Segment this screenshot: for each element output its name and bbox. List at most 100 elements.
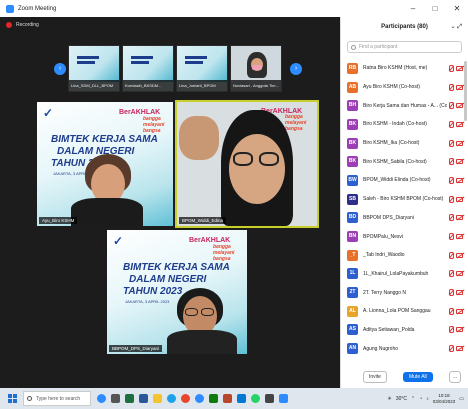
- muted-mic-icon[interactable]: [449, 64, 454, 72]
- thumbnail-video[interactable]: Kurniasih_BKSDM...: [122, 45, 174, 92]
- video-tile-active-speaker[interactable]: BerAKHLAK bangga melayani bangsa BPOM_Wi…: [175, 100, 319, 228]
- participant-name: _Tab Indri_Waodio: [363, 252, 405, 259]
- app-icon[interactable]: [209, 394, 218, 403]
- invite-button[interactable]: Invite: [363, 371, 387, 383]
- windows-start-icon[interactable]: [8, 394, 17, 403]
- video-off-icon[interactable]: [456, 159, 463, 165]
- video-off-icon[interactable]: [456, 140, 463, 146]
- tile-name-label: BBPOM_DPS_Diaryani: [109, 345, 163, 352]
- participant-avatar: RB: [347, 62, 358, 74]
- muted-mic-icon[interactable]: [449, 214, 454, 222]
- video-off-icon[interactable]: [456, 177, 463, 183]
- participant-row[interactable]: BK Biro KSHM_Ika (Co-host): [341, 134, 468, 153]
- thumbnail-video[interactable]: Lina_SDM_DLL_BPOM: [68, 45, 120, 92]
- chrome-icon[interactable]: [181, 394, 190, 403]
- participant-name: Aditya Setiawan_Polda: [363, 326, 415, 333]
- prev-page-button[interactable]: ‹: [54, 63, 66, 75]
- video-off-icon[interactable]: [456, 308, 463, 314]
- participant-row[interactable]: SB Saleh - Biro KSHM BPOM (Co-host): [341, 190, 468, 209]
- video-tile[interactable]: ✓ BerAKHLAK bangga melayani bangsa BIMTE…: [37, 102, 173, 226]
- muted-mic-icon[interactable]: [449, 139, 454, 147]
- participant-row[interactable]: AB Ayu Biro KSHM (Co-host): [341, 78, 468, 97]
- network-icon[interactable]: ◔: [419, 396, 422, 402]
- video-off-icon[interactable]: [456, 215, 463, 221]
- video-off-icon[interactable]: [456, 196, 463, 202]
- muted-mic-icon[interactable]: [449, 83, 454, 91]
- word-icon[interactable]: [139, 394, 148, 403]
- volume-icon[interactable]: ♪: [426, 396, 429, 402]
- zoom-taskbar-icon[interactable]: [195, 394, 204, 403]
- video-off-icon[interactable]: [456, 290, 463, 296]
- participant-status: [449, 339, 463, 358]
- video-off-icon[interactable]: [456, 346, 463, 352]
- participant-row[interactable]: AL A. Lionna_Lola POM Sanggau: [341, 302, 468, 321]
- muted-mic-icon[interactable]: [449, 345, 454, 353]
- video-off-icon[interactable]: [456, 65, 463, 71]
- clock[interactable]: 10:18 03/04/2023: [433, 393, 456, 405]
- taskbar-search-input[interactable]: Type here to search: [23, 391, 91, 406]
- participant-row[interactable]: 2T 2T. Terry Nanggo N: [341, 283, 468, 302]
- participants-panel: Participants (80) ⌄ ⤢ Find a participant…: [340, 17, 468, 388]
- app-icon[interactable]: [265, 394, 274, 403]
- participant-row[interactable]: AN Agung Nugroho: [341, 339, 468, 358]
- muted-mic-icon[interactable]: [449, 102, 454, 110]
- next-page-button[interactable]: ›: [290, 63, 302, 75]
- video-off-icon[interactable]: [456, 84, 463, 90]
- muted-mic-icon[interactable]: [449, 289, 454, 297]
- excel-icon[interactable]: [125, 394, 134, 403]
- video-off-icon[interactable]: [456, 121, 463, 127]
- participant-row[interactable]: BH Biro Kerja Sama dan Humas - A... (Co-h…: [341, 96, 468, 115]
- participant-status: [449, 302, 463, 321]
- video-tile[interactable]: ✓ BerAKHLAK bangga melayani bangsa BIMTE…: [107, 230, 247, 354]
- panel-options-icon[interactable]: ⌄ ⤢: [451, 17, 463, 37]
- video-off-icon[interactable]: [456, 234, 463, 240]
- muted-mic-icon[interactable]: [449, 195, 454, 203]
- muted-mic-icon[interactable]: [449, 270, 454, 278]
- muted-mic-icon[interactable]: [449, 251, 454, 259]
- weather-icon[interactable]: ☀: [387, 396, 391, 402]
- participant-row[interactable]: BD BBPOM DPS_Diaryani: [341, 209, 468, 228]
- participant-row[interactable]: BK Biro KSHM_Sabila (Co-host): [341, 152, 468, 171]
- thumbnail-video[interactable]: Noviasari - Anggota Tim...: [230, 45, 282, 92]
- muted-mic-icon[interactable]: [449, 176, 454, 184]
- whatsapp-icon[interactable]: [251, 394, 260, 403]
- muted-mic-icon[interactable]: [449, 326, 454, 334]
- task-view-icon[interactable]: [111, 394, 120, 403]
- video-off-icon[interactable]: [456, 327, 463, 333]
- muted-mic-icon[interactable]: [449, 307, 454, 315]
- outlook-icon[interactable]: [237, 394, 246, 403]
- recording-indicator[interactable]: Recording: [0, 17, 340, 33]
- bangga-text: bangga melayani bangsa: [285, 114, 307, 132]
- participant-row[interactable]: BK Biro KSHM - Indah (Co-host): [341, 115, 468, 134]
- video-off-icon[interactable]: [456, 252, 463, 258]
- tray-chevron-icon[interactable]: ⌃: [411, 396, 415, 402]
- participant-row[interactable]: 1L 1L_Khairul_LolaPayakumbuh: [341, 265, 468, 284]
- maximize-button[interactable]: □: [424, 0, 446, 17]
- mute-all-button[interactable]: Mute All: [402, 372, 433, 382]
- participant-row[interactable]: BN BPOMPalu_Nesvi: [341, 227, 468, 246]
- participant-avatar: BK: [347, 156, 358, 168]
- video-off-icon[interactable]: [456, 103, 463, 109]
- edge-icon[interactable]: [167, 394, 176, 403]
- file-explorer-icon[interactable]: [153, 394, 162, 403]
- app-icon[interactable]: [279, 394, 288, 403]
- participant-row[interactable]: BW BPOM_Widdi Elinda (Co-host): [341, 171, 468, 190]
- muted-mic-icon[interactable]: [449, 158, 454, 166]
- zoom-app-icon[interactable]: [97, 394, 106, 403]
- participant-row[interactable]: AS Aditya Setiawan_Polda: [341, 321, 468, 340]
- more-options-button[interactable]: ...: [448, 371, 461, 383]
- muted-mic-icon[interactable]: [449, 120, 454, 128]
- powerpoint-icon[interactable]: [223, 394, 232, 403]
- close-button[interactable]: ✕: [446, 0, 468, 17]
- participants-scrollbar[interactable]: [464, 61, 467, 121]
- thumbnail-video[interactable]: Lina_Juniarti_BPOM: [176, 45, 228, 92]
- minimize-button[interactable]: –: [402, 0, 424, 17]
- participant-avatar: 1L: [347, 268, 358, 280]
- participant-row[interactable]: RB Ratna Biro KSHM (Host, me): [341, 59, 468, 78]
- participants-title: Participants (80): [381, 24, 428, 30]
- muted-mic-icon[interactable]: [449, 233, 454, 241]
- notification-icon[interactable]: ▭: [459, 396, 464, 402]
- participant-search-input[interactable]: Find a participant: [347, 41, 462, 53]
- participant-row[interactable]: _T _Tab Indri_Waodio: [341, 246, 468, 265]
- video-off-icon[interactable]: [456, 271, 463, 277]
